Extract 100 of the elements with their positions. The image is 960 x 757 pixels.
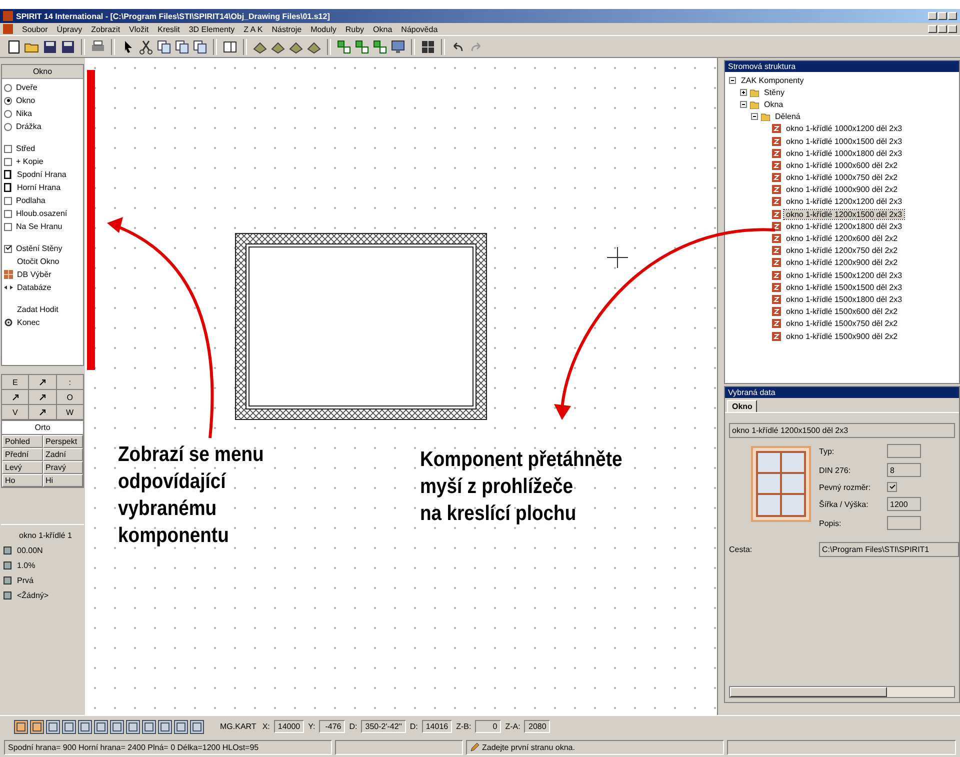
tree-item[interactable]: okno 1-křídlé 1500x1800 děl 2x3 xyxy=(784,294,904,304)
view-mode-icon[interactable] xyxy=(174,720,188,734)
option-label[interactable]: Zadat Hodit xyxy=(17,305,58,314)
option-label[interactable]: Na Se Hranu xyxy=(16,222,62,231)
view-mode-icon[interactable] xyxy=(14,720,28,734)
tree-item[interactable]: okno 1-křídlé 1500x1200 děl 2x3 xyxy=(784,270,904,280)
input-field[interactable] xyxy=(887,516,921,530)
option-label[interactable]: Dveře xyxy=(16,83,38,92)
checkbox[interactable] xyxy=(4,210,12,218)
tree-item[interactable]: okno 1-křídlé 1200x1800 děl 2x3 xyxy=(784,222,904,231)
view-option[interactable]: Přední xyxy=(2,448,42,461)
option-label[interactable]: Ostění Stěny xyxy=(16,244,62,253)
path-field[interactable]: C:\Program Files\STI\SPIRIT1 xyxy=(819,542,959,557)
collapse-icon[interactable] xyxy=(751,113,758,120)
view-option[interactable]: Hi xyxy=(42,474,83,487)
name-field[interactable]: okno 1-křídlé 1200x1500 děl 2x3 xyxy=(729,423,955,438)
view-option[interactable]: Pravý xyxy=(42,461,83,474)
checkbox[interactable] xyxy=(4,222,12,230)
radio-button[interactable] xyxy=(4,110,12,118)
menu-item[interactable]: 3D Elementy xyxy=(188,24,235,34)
checkbox[interactable] xyxy=(887,482,897,492)
tree-item[interactable]: okno 1-křídlé 1200x600 děl 2x2 xyxy=(784,234,900,244)
tree-item[interactable]: okno 1-křídlé 1000x1500 děl 2x3 xyxy=(784,136,904,146)
checkbox[interactable] xyxy=(4,244,12,252)
menu-item[interactable]: Z A K xyxy=(244,24,263,34)
view-key[interactable]: V xyxy=(2,405,28,419)
copy-icon[interactable] xyxy=(192,38,208,54)
tree-item[interactable]: okno 1-křídlé 1200x900 děl 2x2 xyxy=(784,258,900,268)
menu-item[interactable]: Nástroje xyxy=(272,24,302,34)
input-field[interactable]: 8 xyxy=(887,463,921,477)
menu-item[interactable]: Moduly xyxy=(310,24,336,34)
copy-icon[interactable] xyxy=(174,38,190,54)
monitor-icon[interactable] xyxy=(390,38,406,54)
tree-item[interactable]: okno 1-křídlé 1000x1200 děl 2x3 xyxy=(784,124,904,134)
option-label[interactable]: Hloub.osazení xyxy=(16,209,68,218)
grid-icon[interactable] xyxy=(420,38,436,54)
tree-item[interactable]: okno 1-křídlé 1500x600 děl 2x2 xyxy=(784,307,900,316)
tree-item[interactable]: okno 1-křídlé 1000x1800 děl 2x3 xyxy=(784,148,904,158)
arrow-key[interactable] xyxy=(29,390,56,404)
tree-item[interactable]: okno 1-křídlé 1200x750 děl 2x2 xyxy=(784,246,900,256)
scissors-icon[interactable] xyxy=(138,38,154,54)
window-icon[interactable] xyxy=(222,38,238,54)
option-label[interactable]: DB Výběr xyxy=(17,270,52,279)
tree-item[interactable]: okno 1-křídlé 1000x900 děl 2x2 xyxy=(784,185,900,194)
option-label[interactable]: Otočit Okno xyxy=(17,257,60,266)
radio-button[interactable] xyxy=(4,84,12,92)
tree-item[interactable]: okno 1-křídlé 1200x1200 děl 2x3 xyxy=(784,197,904,206)
arrow-key[interactable] xyxy=(29,375,56,389)
tree-item[interactable]: Stěny xyxy=(762,88,786,97)
option-label[interactable]: Střed xyxy=(16,144,36,153)
tab[interactable]: Okno xyxy=(727,400,758,412)
expand-icon[interactable] xyxy=(740,88,747,96)
arrow-key[interactable] xyxy=(29,405,56,419)
option-label[interactable]: Databáze xyxy=(17,283,52,292)
tree-item[interactable]: okno 1-křídlé 1500x1500 děl 2x3 xyxy=(784,282,904,292)
view-option[interactable]: Perspekt xyxy=(42,435,83,448)
menu-item[interactable]: Úpravy xyxy=(56,24,82,34)
input-field[interactable]: 1200 xyxy=(887,497,921,511)
option-label[interactable]: Podlaha xyxy=(16,196,46,205)
radio-button[interactable] xyxy=(4,96,12,104)
view-key[interactable]: O xyxy=(56,390,83,404)
tree-item[interactable]: okno 1-křídlé 1500x750 děl 2x2 xyxy=(784,319,900,328)
node-icon[interactable] xyxy=(354,38,370,54)
option-label[interactable]: Okno xyxy=(16,96,36,105)
checkbox[interactable] xyxy=(4,144,12,152)
tree-item[interactable]: Dělená xyxy=(773,112,802,122)
view-mode-icon[interactable] xyxy=(46,720,60,734)
view-mode-icon[interactable] xyxy=(78,720,92,734)
view-mode-icon[interactable] xyxy=(110,720,124,734)
tree-item[interactable]: okno 1-křídlé 1200x1500 děl 2x3 xyxy=(784,210,904,219)
collapse-icon[interactable] xyxy=(740,100,747,108)
option-label[interactable]: Drážka xyxy=(16,122,42,131)
copy-icon[interactable] xyxy=(156,38,172,54)
view-mode-icon[interactable] xyxy=(94,720,108,734)
input-field[interactable] xyxy=(887,444,921,458)
checkbox[interactable] xyxy=(4,196,12,204)
menu-item[interactable]: Vložit xyxy=(129,24,149,34)
menu-item[interactable]: Okna xyxy=(373,24,392,34)
view-mode-icon[interactable] xyxy=(62,720,76,734)
option-label[interactable]: + Kopie xyxy=(16,157,44,166)
view-option[interactable]: Zadní xyxy=(42,448,83,461)
tree-item[interactable]: okno 1-křídlé 1000x750 děl 2x2 xyxy=(784,173,900,182)
tree-item[interactable]: Okna xyxy=(762,100,786,109)
tree-item[interactable]: ZAK Komponenty xyxy=(739,76,806,85)
view-mode-icon[interactable] xyxy=(158,720,172,734)
arrow-key[interactable] xyxy=(2,390,28,404)
tree-item[interactable]: okno 1-křídlé 1500x900 děl 2x2 xyxy=(784,332,900,341)
node-icon[interactable] xyxy=(372,38,388,54)
menu-item[interactable]: Ruby xyxy=(345,24,364,34)
view-mode-icon[interactable] xyxy=(190,720,204,734)
scrollbar[interactable] xyxy=(729,686,955,698)
document-icon[interactable] xyxy=(6,38,22,54)
radio-button[interactable] xyxy=(4,122,12,130)
menu-item[interactable]: Nápověda xyxy=(401,24,438,34)
view-mode-icon[interactable] xyxy=(30,720,44,734)
view-key[interactable]: W xyxy=(56,405,83,419)
view-key[interactable]: E xyxy=(2,375,28,389)
option-label[interactable]: Nika xyxy=(16,109,32,118)
view-option[interactable]: Levý xyxy=(2,461,42,474)
view-mode-icon[interactable] xyxy=(142,720,156,734)
